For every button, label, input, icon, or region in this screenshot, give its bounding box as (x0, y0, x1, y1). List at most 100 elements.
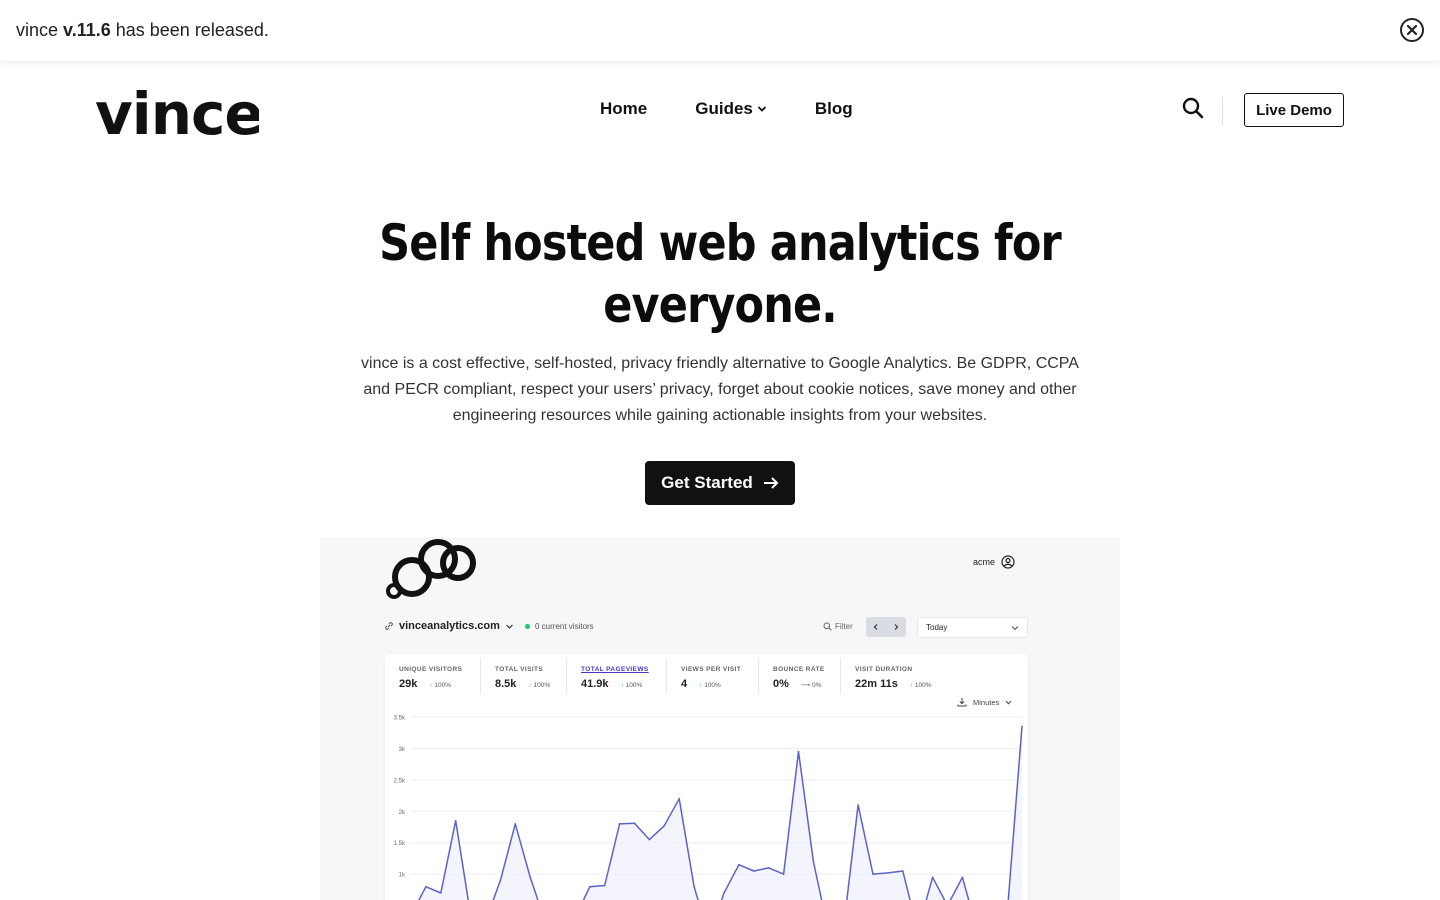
stat-visit-duration[interactable]: VISIT DURATION 22m 11s ↑ 100% (841, 658, 1028, 694)
y-tick-label: 1k (399, 873, 406, 879)
stat-change: ↑ 100% (909, 682, 932, 689)
data-point (440, 892, 442, 894)
nav-home[interactable]: Home (600, 99, 647, 119)
stat-label: UNIQUE VISITORS (399, 666, 463, 673)
data-point (872, 873, 874, 875)
data-point (723, 892, 725, 894)
filter-button[interactable]: Filter (823, 622, 853, 631)
current-visitors: 0 current visitors (525, 622, 594, 631)
logo-wordmark: vince (95, 80, 259, 141)
hero-subtitle: vince is a cost effective, self-hosted, … (361, 355, 1079, 424)
stat-views-per-visit[interactable]: VIEWS PER VISIT 4 ↑ 100% (667, 658, 759, 694)
user-menu[interactable]: acme (973, 555, 1015, 569)
arrow-up-icon: ↑ (429, 682, 433, 689)
dashboard-preview: acme vinceanalytics.com 0 current visito… (320, 537, 1120, 900)
arrow-up-icon: ↑ (909, 682, 914, 689)
chevron-down-icon (505, 624, 513, 629)
data-point (782, 873, 785, 875)
get-started-button[interactable]: Get Started (645, 461, 795, 505)
search-button[interactable] (1180, 95, 1206, 121)
stat-label: VISIT DURATION (855, 666, 913, 673)
header-divider (1222, 97, 1223, 125)
stat-total-pageviews[interactable]: TOTAL PAGEVIEWS 41.9k ↑ 100% (567, 658, 667, 694)
arrow-flat-icon: ⟶ (800, 682, 811, 689)
data-point (678, 797, 681, 800)
chevron-left-icon[interactable] (872, 623, 880, 631)
nav-guides[interactable]: Guides (695, 99, 767, 119)
data-point (618, 823, 621, 825)
announcement-text: vince v.11.6 has been released. (16, 20, 269, 40)
vince-logo[interactable]: vince (95, 79, 259, 141)
data-point (663, 824, 666, 827)
nav-home-label: Home (600, 99, 648, 118)
period-select[interactable]: Today (917, 617, 1028, 638)
stat-change: ↑ 100% (699, 682, 721, 689)
stat-value: 29k (399, 678, 418, 690)
nav-guides-label: Guides (695, 99, 753, 118)
data-point (514, 823, 517, 825)
period-nav (866, 617, 906, 637)
nav-blog[interactable]: Blog (815, 99, 853, 119)
y-tick-label: 2k (399, 810, 406, 816)
stat-label: BOUNCE RATE (773, 666, 825, 673)
stat-label: TOTAL VISITS (495, 666, 544, 673)
arrow-right-icon (763, 477, 779, 489)
arrow-up-icon: ↑ (620, 682, 624, 689)
data-point (961, 876, 964, 879)
y-tick-label: 1.5k (394, 841, 406, 847)
arrow-up-icon: ↑ (528, 682, 532, 689)
data-point (603, 884, 606, 887)
y-tick-label: 3k (399, 747, 406, 753)
data-point (454, 819, 457, 822)
nav-blog-label: Blog (814, 99, 853, 118)
data-point (1021, 725, 1023, 728)
current-visitors-label: 0 current visitors (535, 622, 594, 631)
stat-change: ⟶ 0% (800, 682, 822, 689)
data-point (499, 879, 502, 882)
data-point (633, 822, 636, 825)
data-point (738, 863, 740, 866)
data-point (887, 872, 889, 874)
chevron-right-icon[interactable] (892, 623, 900, 631)
stat-total-visits[interactable]: TOTAL VISITS 8.5k ↑ 100% (481, 658, 567, 694)
data-point (425, 885, 427, 888)
hero-title: Self hosted web analytics for everyone. (379, 214, 1062, 334)
data-point (767, 867, 770, 869)
data-point (529, 876, 532, 879)
download-icon[interactable] (957, 697, 967, 707)
data-point (589, 885, 591, 888)
stat-bounce-rate[interactable]: BOUNCE RATE 0% ⟶ 0% (759, 658, 841, 694)
period-value: Today (926, 623, 948, 632)
stat-value: 8.5k (495, 678, 517, 690)
chevron-down-icon (757, 106, 766, 112)
stat-value: 41.9k (581, 678, 609, 690)
site-selector[interactable]: vinceanalytics.com (384, 620, 514, 632)
announcement-bar: vince v.11.6 has been released. (0, 0, 1440, 61)
data-point (797, 750, 800, 753)
search-icon (823, 622, 832, 631)
interval-select[interactable]: Minutes (973, 698, 999, 707)
stat-change: ↑ 100% (620, 682, 643, 689)
arrow-up-icon: ↑ (699, 682, 703, 689)
data-point (752, 870, 755, 872)
data-point (931, 876, 934, 879)
stat-change: ↑ 100% (429, 682, 452, 689)
stat-value: 0% (773, 678, 789, 690)
y-tick-label: 3.5k (394, 716, 406, 722)
user-name: acme (973, 557, 996, 567)
data-point (901, 870, 904, 872)
stats-card: UNIQUE VISITORS 29k ↑ 100% TOTAL VISITS 8.5k… (385, 654, 1028, 900)
search-icon (1182, 97, 1204, 119)
filter-label: Filter (835, 622, 853, 631)
live-demo-button[interactable]: Live Demo (1244, 93, 1344, 127)
live-dot (525, 624, 530, 629)
version-number: v.11.6 (63, 20, 111, 40)
stat-label: TOTAL PAGEVIEWS (581, 666, 649, 673)
get-started-label: Get Started (661, 473, 753, 492)
chart-controls: Minutes (957, 697, 1012, 707)
main-nav: Home Guides Blog (600, 99, 853, 119)
data-point (812, 860, 815, 863)
stat-unique-visitors[interactable]: UNIQUE VISITORS 29k ↑ 100% (385, 658, 481, 694)
close-announcement-button[interactable] (1400, 18, 1424, 42)
chevron-down-icon (1011, 625, 1019, 630)
